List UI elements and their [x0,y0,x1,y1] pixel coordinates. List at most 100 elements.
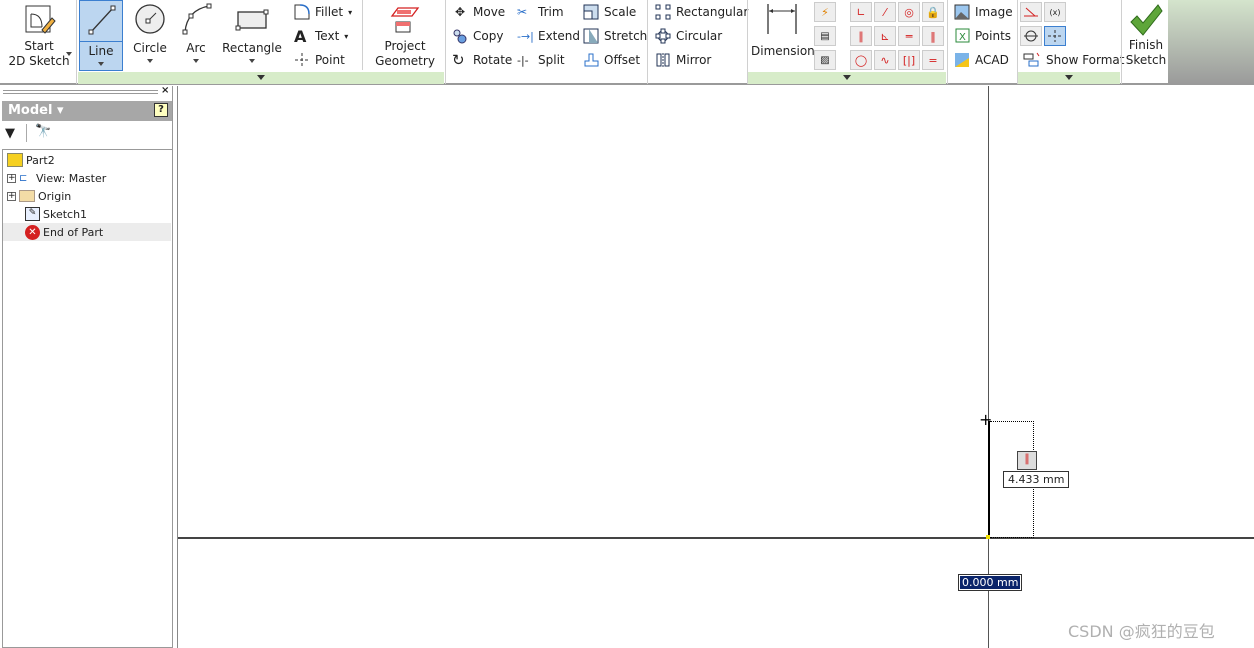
fix-constraint-button[interactable]: 🔒 [922,2,944,22]
graphics-canvas[interactable]: + ∥ 4.433 mm 0.000 mm CSDN @疯狂的豆包 [177,86,1254,648]
filter-icon[interactable]: ▼ [5,126,15,141]
tree-item-end-of-part[interactable]: ✕End of Part [3,223,171,241]
fix-icon: 🔒 [926,6,940,19]
copy-button[interactable]: Copy [452,26,503,46]
sketch-icon [22,2,56,36]
arc-button[interactable]: Arc [176,0,216,63]
stretch-button[interactable]: Stretch [583,26,647,46]
acad-label: ACAD [975,53,1009,67]
mirror-label: Mirror [676,53,711,67]
mirror-button[interactable]: Mirror [655,50,711,70]
format-panel-expand[interactable] [1018,72,1120,84]
length-input[interactable]: 0.000 mm [958,574,1022,591]
trim-button[interactable]: ✂Trim [517,2,564,22]
extend-icon: -→| [517,30,533,43]
tree-label: End of Part [43,226,103,239]
trim-label: Trim [538,5,564,19]
constraint-settings-button[interactable]: ▨ [814,50,836,70]
finish-sketch-button[interactable]: Finish Sketch [1124,0,1168,68]
part-icon [7,153,23,167]
construction-button[interactable] [1020,2,1042,22]
circular-pattern-button[interactable]: Circular [655,26,722,46]
help-icon[interactable]: ? [154,103,168,117]
text-button[interactable]: AText▾ [294,26,348,46]
collinear-constraint-button[interactable]: ⁄ [874,2,896,22]
start-2d-sketch-button[interactable]: Start 2D Sketch [6,0,72,69]
perpendicular-constraint-button[interactable]: ∟ [850,2,872,22]
vertical-constraint-button[interactable]: ‖ [922,26,944,46]
create-panel-expand[interactable] [78,72,444,84]
centerline-icon [1047,29,1063,43]
model-browser: × Model ▾ ? ▼ 🔭 Part2 +⊏View: Master + Or… [0,86,173,648]
length-input-value[interactable]: 0.000 mm [960,576,1020,589]
project-geometry-button[interactable]: Project Geometry [372,0,438,69]
line-button[interactable]: Line [79,0,123,71]
fillet-button[interactable]: Fillet▾ [294,2,352,22]
rotate-button[interactable]: ↻Rotate [452,50,512,70]
parallel-constraint-button[interactable]: ∥ [850,26,872,46]
expand-icon[interactable]: + [7,174,16,183]
rectangular-label: Rectangular [676,5,748,19]
stretch-label: Stretch [604,29,647,43]
scale-button[interactable]: Scale [583,2,636,22]
image-button[interactable]: Image [954,2,1013,22]
tree-item-view-master[interactable]: +⊏View: Master [7,169,106,187]
folder-icon [19,190,35,202]
panel-grip[interactable] [3,90,158,94]
driven-dimension-button[interactable]: (x) [1044,2,1066,22]
circle-button[interactable]: Circle [128,0,172,63]
rotate-icon: ↻ [452,51,468,69]
centerpoint-button[interactable] [1020,26,1042,46]
start-dropdown-arrow[interactable] [66,52,72,56]
horizontal-constraint-button[interactable]: ═ [898,26,920,46]
extend-button[interactable]: -→|Extend [517,26,580,46]
browser-header[interactable]: Model ▾ [2,101,172,121]
point-label: Point [315,53,345,67]
project-label-2: Geometry [372,54,438,69]
find-binoculars-icon[interactable]: 🔭 [35,124,51,139]
tree-label: Origin [38,190,71,203]
scale-icon [583,4,599,20]
acad-button[interactable]: ACAD [954,50,1009,70]
coincident-constraint-button[interactable]: ⊾ [874,26,896,46]
rectangular-pattern-button[interactable]: Rectangular [655,2,748,22]
point-icon [294,52,310,68]
split-label: Split [538,53,565,67]
points-label: Points [975,29,1011,43]
constrain-panel-expand[interactable] [748,72,946,84]
offset-label: Offset [604,53,640,67]
show-format-icon [1023,52,1041,68]
split-button[interactable]: -|-Split [517,50,565,70]
symmetric-icon: [|] [903,54,915,67]
auto-dimension-button[interactable]: ⚡ [814,2,836,22]
tangent-constraint-button[interactable]: ◯ [850,50,872,70]
point-button[interactable]: Point [294,50,345,70]
centerline-button[interactable] [1044,26,1066,46]
show-format-button[interactable]: Show Format [1023,50,1124,70]
tree-item-origin[interactable]: + Origin [7,187,71,205]
move-button[interactable]: ✥Move [452,2,505,22]
offset-button[interactable]: Offset [583,50,640,70]
fillet-label: Fillet [315,5,343,19]
dimension-button[interactable]: Dimension [751,0,813,59]
arc-label: Arc [176,41,216,56]
tree-item-sketch1[interactable]: ✎Sketch1 [3,205,171,223]
points-button[interactable]: XPoints [954,26,1011,46]
rectangle-button[interactable]: Rectangle [222,0,282,63]
equal-constraint-button[interactable]: = [922,50,944,70]
tree-item-part2[interactable]: Part2 [7,151,55,169]
close-panel-icon[interactable]: × [161,85,169,96]
image-icon [954,4,970,20]
expand-icon[interactable]: + [7,192,16,201]
symmetric-constraint-button[interactable]: [|] [898,50,920,70]
smooth-constraint-button[interactable]: ∿ [874,50,896,70]
dimension-extension [990,537,1034,538]
rectangle-icon [234,2,270,36]
dimension-icon [765,2,799,36]
show-constraints-button[interactable]: ▤ [814,26,836,46]
view-icon: ⊏ [19,173,33,184]
concentric-constraint-button[interactable]: ◎ [898,2,920,22]
sketch-line [988,421,990,538]
parallel-icon: ∥ [858,30,864,43]
circle-label: Circle [128,41,172,56]
